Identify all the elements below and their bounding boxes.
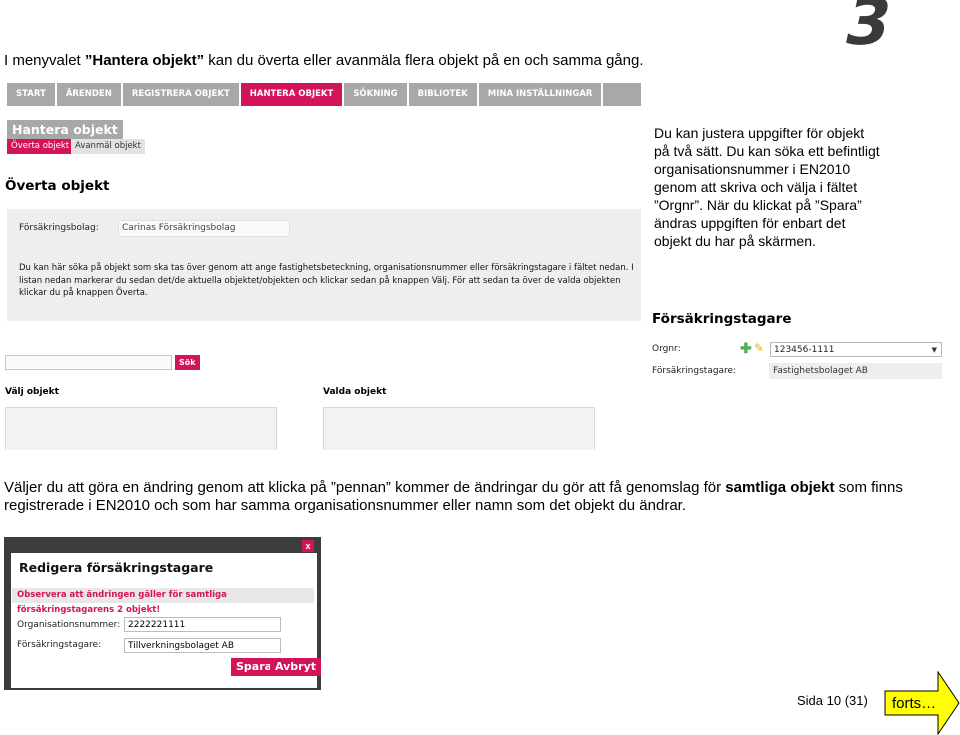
cancel-button[interactable]: Avbryt (270, 658, 322, 676)
dialog-orgnr-input[interactable]: 2222221111 (124, 617, 281, 632)
main-navbar: START ÄRENDEN REGISTRERA OBJEKT HANTERA OBJ… (7, 83, 641, 106)
nav-item-registrera-objekt[interactable]: REGISTRERA OBJEKT (123, 83, 241, 106)
nav-item-start[interactable]: START (7, 83, 57, 106)
nav-item-hantera-objekt[interactable]: HANTERA OBJEKT (240, 83, 345, 106)
nav-item-sökning[interactable]: SÖKNING (344, 83, 409, 106)
forts-arrow[interactable]: forts… (884, 671, 960, 735)
middle-prefix: Väljer du att göra en ändring genom att … (4, 479, 726, 496)
choose-objects-heading: Välj objekt (5, 387, 59, 397)
choose-objects-list[interactable] (5, 407, 277, 450)
intro-suffix: kan du överta eller avanmäla flera objek… (204, 52, 644, 69)
close-icon[interactable]: x (302, 540, 314, 552)
middle-text: Väljer du att göra en ändring genom att … (4, 479, 954, 515)
chapter-number: 3 (838, 0, 899, 60)
holder-value: Fastighetsbolaget AB (769, 363, 942, 379)
chevron-down-icon: ▼ (931, 346, 937, 354)
nav-item-bibliotek[interactable]: BIBLIOTEK (409, 83, 479, 106)
chosen-objects-heading: Valda objekt (323, 387, 387, 397)
panel-description: Du kan här söka på objekt som ska tas öv… (19, 263, 634, 298)
middle-bold: samtliga objekt (725, 479, 835, 496)
search-input[interactable] (5, 355, 172, 370)
orgnr-select-value: 123456-1111 (774, 345, 835, 355)
holder-label: Försäkringstagare: (652, 366, 737, 376)
orgnr-label: Orgnr: (652, 344, 681, 354)
nav-item-ärenden[interactable]: ÄRENDEN (57, 83, 123, 106)
dialog-title: Redigera försäkringstagare (19, 560, 214, 575)
insurer-value: Carinas Försäkringsbolag (118, 220, 290, 237)
intro-prefix: I menyvalet (4, 52, 85, 69)
intro-text: I menyvalet ”Hantera objekt” kan du över… (4, 52, 644, 69)
forts-label: forts… (892, 695, 936, 712)
dialog-orgnr-label: Organisationsnummer: (17, 620, 121, 630)
page-number: Sida 10 (31) (797, 693, 868, 708)
orgnr-select[interactable]: 123456-1111 ▼ (770, 342, 942, 357)
hantera-title: Hantera objekt (7, 120, 123, 139)
pencil-icon[interactable]: ✎ (754, 341, 766, 355)
search-button[interactable]: Sök (175, 355, 200, 370)
dialog-warning: Observera att ändringen gäller för samtl… (12, 588, 314, 615)
info-panel: Försäkringsbolag: Carinas Försäkringsbol… (7, 209, 641, 321)
plus-icon[interactable]: ✚ (740, 341, 752, 355)
intro-bold: ”Hantera objekt” (84, 52, 205, 69)
tab-overta-objekt[interactable]: Överta objekt (7, 139, 74, 154)
dialog-holder-label: Försäkringstagare: (17, 640, 102, 650)
nav-item-mina-inställningar[interactable]: MINA INSTÄLLNINGAR (479, 83, 604, 106)
tab-avanmal-objekt[interactable]: Avanmäl objekt (71, 139, 145, 154)
explanation-text: Du kan justera uppgifter för objekt på t… (654, 125, 880, 249)
chosen-objects-list[interactable] (323, 407, 595, 450)
insurer-label: Försäkringsbolag: (19, 223, 99, 233)
policyholder-heading: Försäkringstagare (652, 311, 792, 327)
overta-heading: Överta objekt (5, 178, 110, 194)
dialog-holder-input[interactable]: Tillverkningsbolaget AB (124, 638, 281, 653)
